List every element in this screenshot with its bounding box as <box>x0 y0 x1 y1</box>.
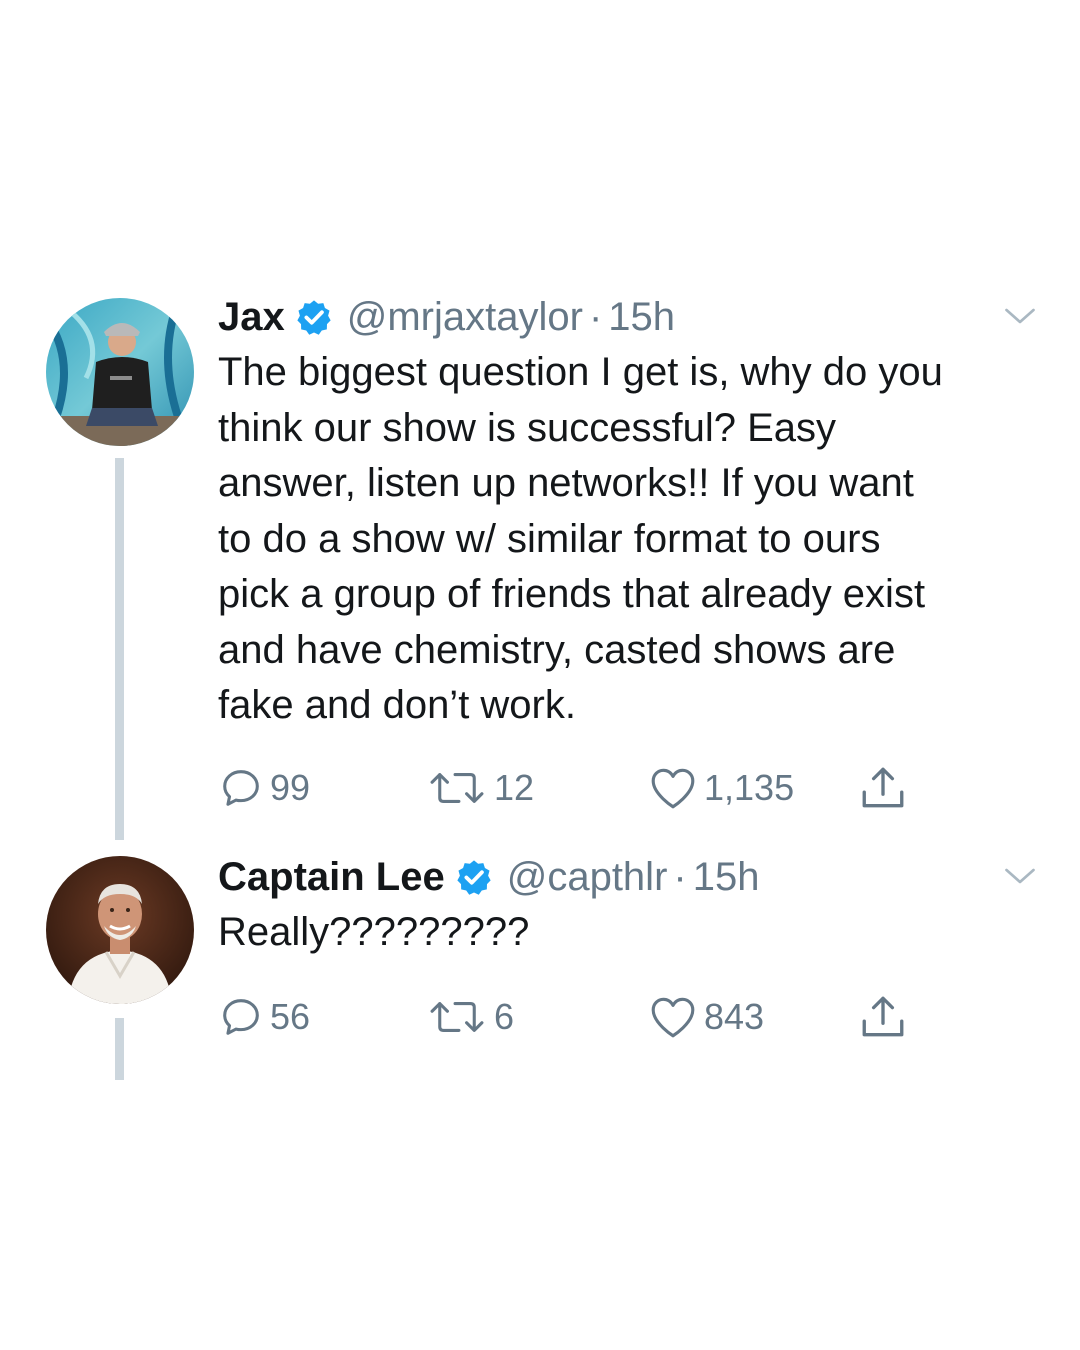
reply-button[interactable]: 99 <box>218 763 310 813</box>
heart-icon <box>651 997 695 1038</box>
heart-icon <box>651 768 695 809</box>
like-button[interactable]: 1,135 <box>648 763 794 813</box>
like-button[interactable]: 843 <box>648 992 764 1042</box>
tweet-text: Really????????? <box>218 905 1048 961</box>
retweet-count: 12 <box>494 767 535 808</box>
share-icon <box>862 767 904 808</box>
share-button[interactable] <box>858 992 908 1042</box>
avatar-jax[interactable] <box>46 298 194 446</box>
tweet-text-line: to do a show w/ similar format to ours <box>218 516 881 561</box>
like-count: 1,135 <box>704 767 795 808</box>
author-name[interactable]: Jax <box>218 292 285 342</box>
chevron-down-icon[interactable] <box>1002 858 1038 894</box>
tweet-text-line: Really????????? <box>218 910 530 954</box>
tweet-text-line: answer, listen up networks!! If you want <box>218 461 914 505</box>
reply-icon <box>223 770 259 806</box>
separator-dot: · <box>673 855 687 899</box>
tweet-text: The biggest question I get is, why do yo… <box>218 345 1048 734</box>
author-handle[interactable]: @mrjaxtaylor <box>347 292 583 342</box>
author-handle[interactable]: @capthlr <box>507 852 668 902</box>
thread-line <box>115 458 124 840</box>
retweet-button[interactable]: 6 <box>426 992 514 1042</box>
retweet-icon <box>430 1002 484 1032</box>
retweet-icon <box>430 773 484 803</box>
tweet-text-line: think our show is successful? Easy <box>218 405 837 450</box>
reply-count: 99 <box>270 767 311 808</box>
tweet-text-line: pick a group of friends that already exi… <box>218 572 926 616</box>
avatar-jax-image <box>46 298 194 446</box>
share-icon <box>862 996 904 1037</box>
tweet-jax[interactable]: Jax @mrjaxtaylor · 15h The biggest quest… <box>0 0 1080 840</box>
retweet-button[interactable]: 12 <box>426 763 534 813</box>
tweet-time[interactable]: 15h <box>608 292 675 342</box>
tweet-text-line: fake and don’t work. <box>218 683 576 727</box>
tweet-header: Captain Lee @capthlr · 15h <box>218 852 759 902</box>
tweet-actions: 56 6 843 <box>218 992 938 1042</box>
avatar-captain-lee[interactable] <box>46 856 194 1004</box>
tweet-text-line: The biggest question I get is, why do yo… <box>218 350 943 394</box>
like-count: 843 <box>704 996 765 1037</box>
tweet-captain-lee[interactable]: Captain Lee @capthlr · 15h Really???????… <box>0 840 1080 1100</box>
tweet-text-line: and have chemistry, casted shows are <box>218 627 896 672</box>
verified-badge-icon <box>297 300 331 335</box>
retweet-count: 6 <box>494 996 515 1037</box>
tweet-header: Jax @mrjaxtaylor · 15h <box>218 292 675 342</box>
avatar-captain-lee-image <box>46 856 194 1004</box>
tweet-time[interactable]: 15h <box>693 852 760 902</box>
author-name[interactable]: Captain Lee <box>218 852 445 902</box>
thread-line <box>115 1018 124 1080</box>
reply-count: 56 <box>270 996 311 1037</box>
tweet-actions: 99 12 1,135 <box>218 763 938 813</box>
reply-icon <box>223 999 259 1035</box>
share-button[interactable] <box>858 763 908 813</box>
separator-dot: · <box>588 295 603 339</box>
verified-badge-icon <box>457 860 491 895</box>
chevron-down-icon[interactable] <box>1002 298 1038 334</box>
reply-button[interactable]: 56 <box>218 992 310 1042</box>
